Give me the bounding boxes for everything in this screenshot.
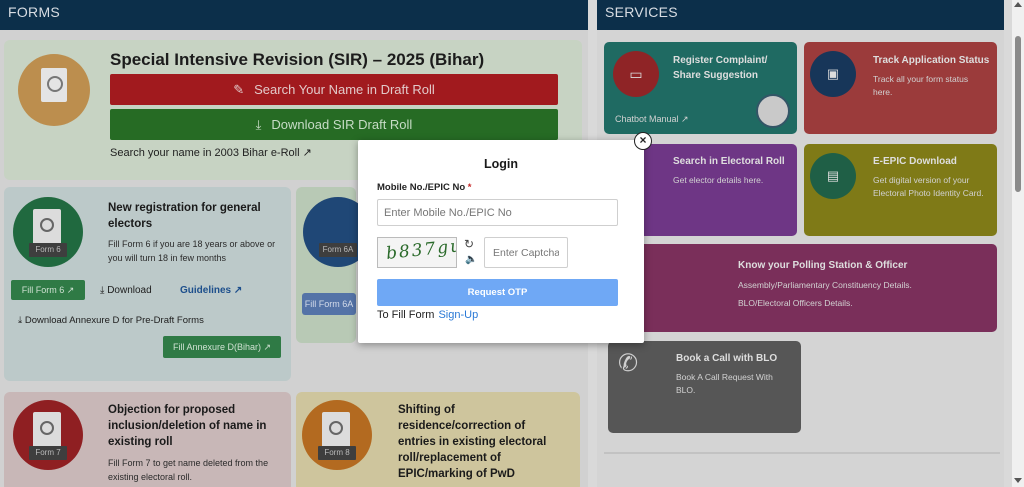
form8-icon: Form 8 xyxy=(302,400,372,470)
form6-icon: Form 6 xyxy=(13,197,83,267)
login-modal: × Login Mobile No./EPIC No * b837gu ↻ 🔈 … xyxy=(358,132,652,343)
service-book-call-title: Book a Call with BLO xyxy=(676,353,778,364)
service-polling-station-desc2: BLO/Electoral Officers Details. xyxy=(738,298,853,308)
service-polling-station-desc1: Assembly/Parliamentary Constituency Deta… xyxy=(738,280,912,290)
form7-tag: Form 7 xyxy=(29,446,67,460)
form6-guidelines-link[interactable]: Guidelines ↗ xyxy=(180,285,242,296)
fill-form-line: To Fill Form Sign-Up xyxy=(377,309,478,321)
form8-card: Form 8 Shifting of residence/correction … xyxy=(296,392,580,487)
form6-card: Form 6 New registration for general elec… xyxy=(4,187,291,381)
download-draft-roll-button[interactable]: ⤓ Download SIR Draft Roll xyxy=(110,109,558,140)
download-draft-roll-label: Download SIR Draft Roll xyxy=(271,117,413,132)
service-search-roll-title: Search in Electoral Roll xyxy=(673,156,785,167)
edit-icon: ✎ xyxy=(233,81,245,97)
mobile-epic-label: Mobile No./EPIC No * xyxy=(377,182,471,193)
service-search-roll-desc: Get elector details here. xyxy=(673,175,764,185)
page-scrollbar[interactable] xyxy=(1012,0,1024,487)
forms-header: FORMS xyxy=(0,0,588,30)
phone-plus-icon: ✆ xyxy=(618,350,639,377)
form6-title: New registration for general electors xyxy=(108,202,261,230)
form6a-tag: Form 6A xyxy=(319,243,357,257)
form7-card: Form 7 Objection for proposed inclusion/… xyxy=(4,392,291,487)
form7-icon: Form 7 xyxy=(13,400,83,470)
chatbot-avatar-icon[interactable] xyxy=(756,94,790,128)
search-draft-roll-button[interactable]: ✎ Search Your Name in Draft Roll xyxy=(110,74,558,105)
service-e-epic-title: E-EPIC Download xyxy=(873,156,957,167)
service-book-call-desc: Book A Call Request With BLO. xyxy=(676,372,773,395)
captcha-input[interactable] xyxy=(484,237,568,268)
signup-link[interactable]: Sign-Up xyxy=(438,309,478,321)
services-header: SERVICES xyxy=(597,0,1004,30)
chat-icon: ▭ xyxy=(613,51,659,97)
form7-title: Objection for proposed inclusion/deletio… xyxy=(108,404,267,448)
fill-form6a-button[interactable]: Fill Form 6A xyxy=(302,293,356,315)
required-mark: * xyxy=(467,182,472,193)
captcha-image: b837gu xyxy=(377,237,457,268)
services-divider xyxy=(604,452,1000,454)
service-polling-station[interactable]: Know your Polling Station & Officer Asse… xyxy=(594,244,997,332)
service-track-application-title: Track Application Status xyxy=(873,55,990,66)
mobile-epic-input[interactable] xyxy=(377,199,618,226)
search-draft-roll-label: Search Your Name in Draft Roll xyxy=(254,82,435,97)
id-card-icon: ▤ xyxy=(810,153,856,199)
service-register-complaint[interactable]: ▭ Register Complaint/ Share Suggestion C… xyxy=(604,42,797,134)
user-document-icon xyxy=(33,209,61,245)
form8-tag: Form 8 xyxy=(318,446,356,460)
login-title: Login xyxy=(483,157,518,171)
eroll-2003-link[interactable]: Search your name in 2003 Bihar e-Roll ↗ xyxy=(110,146,312,159)
service-e-epic-desc: Get digital version of your Electoral Ph… xyxy=(873,175,984,198)
chatbot-manual-link[interactable]: Chatbot Manual ↗ xyxy=(615,113,689,126)
audio-captcha-icon[interactable]: 🔈 xyxy=(465,253,479,267)
fill-annexure-d-button[interactable]: Fill Annexure D(Bihar) ↗ xyxy=(163,336,281,358)
truck-icon: ▣ xyxy=(810,51,856,97)
scroll-up-icon[interactable] xyxy=(1014,2,1022,7)
user-remove-document-icon xyxy=(33,412,61,448)
service-track-application-desc: Track all your form status here. xyxy=(873,74,969,97)
service-e-epic-download[interactable]: ▤ E-EPIC Download Get digital version of… xyxy=(804,144,997,236)
form6-download-link[interactable]: ⤓ Download xyxy=(100,285,152,296)
fill-form-text: To Fill Form xyxy=(377,309,435,321)
download-icon: ⤓ xyxy=(255,116,262,132)
refresh-captcha-icon[interactable]: ↻ xyxy=(464,237,478,251)
captcha-text: b837gu xyxy=(385,237,457,264)
sir-title: Special Intensive Revision (SIR) – 2025 … xyxy=(110,50,485,69)
form8-title: Shifting of residence/correction of entr… xyxy=(398,404,547,480)
close-icon[interactable]: × xyxy=(634,132,652,150)
annexure-d-download-link[interactable]: ⤓ Download Annexure D for Pre-Draft Form… xyxy=(18,315,204,326)
request-otp-button[interactable]: Request OTP xyxy=(377,279,618,306)
service-register-complaint-title: Register Complaint/ Share Suggestion xyxy=(673,55,768,81)
service-polling-station-title: Know your Polling Station & Officer xyxy=(738,260,908,271)
form6a-card: Form 6A Fill Form 6A xyxy=(296,187,373,343)
form7-desc: Fill Form 7 to get name deleted from the… xyxy=(108,458,269,482)
service-book-call-blo[interactable]: ✆ Book a Call with BLO Book A Call Reque… xyxy=(608,341,801,433)
sir-document-icon xyxy=(18,54,90,126)
scroll-down-icon[interactable] xyxy=(1014,478,1022,483)
service-track-application[interactable]: ▣ Track Application Status Track all you… xyxy=(804,42,997,134)
mobile-epic-label-text: Mobile No./EPIC No xyxy=(377,182,466,193)
form6-desc: Fill Form 6 if you are 18 years or above… xyxy=(108,239,276,263)
form6-tag: Form 6 xyxy=(29,243,67,257)
edit-document-icon xyxy=(322,412,350,448)
fill-form6-button[interactable]: Fill Form 6 ↗ xyxy=(11,280,85,300)
scroll-thumb[interactable] xyxy=(1015,36,1021,192)
form-document-icon xyxy=(41,68,67,102)
